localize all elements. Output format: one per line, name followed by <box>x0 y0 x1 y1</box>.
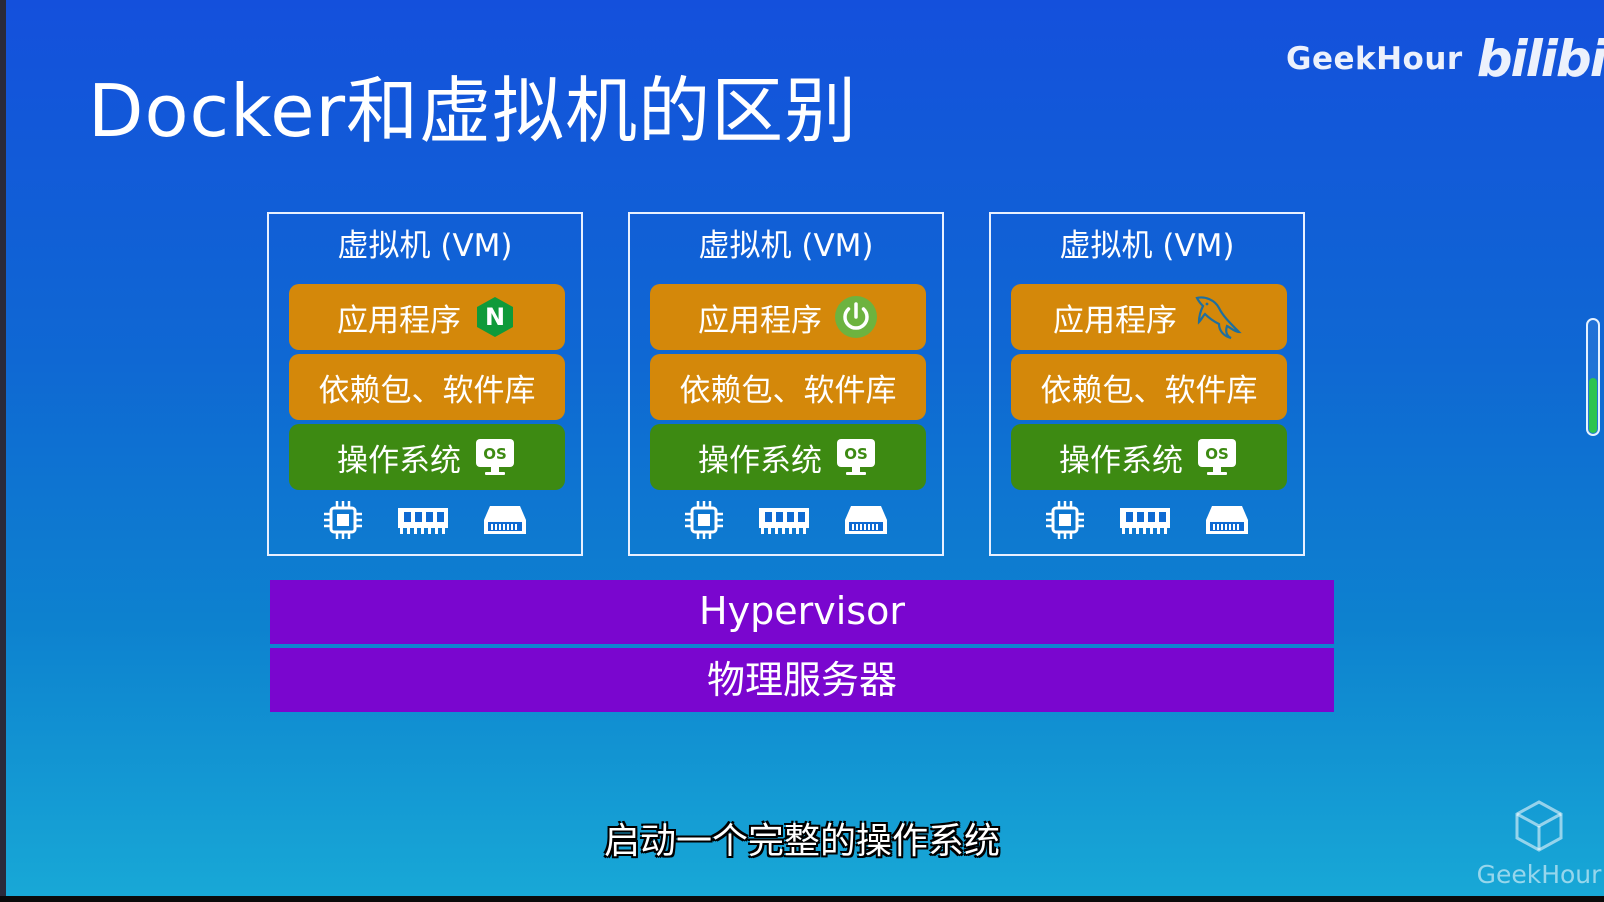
cpu-icon <box>1046 501 1084 539</box>
memory-icon <box>398 508 448 534</box>
os-label: 操作系统 <box>337 442 461 479</box>
slide: Docker和虚拟机的区别 GeekHour bilibili 虚拟机 (VM)… <box>6 0 1604 896</box>
subtitle-caption: 启动一个完整的操作系统 <box>603 821 1000 862</box>
os-label: 操作系统 <box>698 442 822 479</box>
os-badge-text: OS <box>844 445 868 463</box>
deps-layer: 依赖包、软件库 <box>650 354 926 420</box>
hardware-row <box>630 498 942 542</box>
os-layer: 操作系统 OS <box>289 424 565 490</box>
vm-title: 虚拟机 (VM) <box>698 228 874 264</box>
app-layer: 应用程序 <box>1011 284 1287 350</box>
app-label: 应用程序 <box>698 302 822 339</box>
os-layer: 操作系统 OS <box>1011 424 1287 490</box>
os-layer: 操作系统 OS <box>650 424 926 490</box>
watermark-text: GeekHour <box>1476 860 1602 889</box>
cpu-icon <box>685 501 723 539</box>
nginx-icon: N <box>477 297 513 337</box>
volume-indicator[interactable] <box>1586 318 1600 436</box>
hardware-row <box>991 498 1303 542</box>
deps-label: 依赖包、软件库 <box>318 372 536 409</box>
memory-icon <box>1120 508 1170 534</box>
os-badge-text: OS <box>1205 445 1229 463</box>
os-monitor-icon: OS <box>837 439 875 475</box>
app-layer: 应用程序 <box>650 284 926 350</box>
app-layer: 应用程序 N <box>289 284 565 350</box>
slide-title: Docker和虚拟机的区别 <box>88 69 858 153</box>
physical-server-layer: 物理服务器 <box>270 648 1334 712</box>
bilibili-logo: bilibili <box>1476 30 1604 88</box>
app-label: 应用程序 <box>337 302 461 339</box>
deps-layer: 依赖包、软件库 <box>289 354 565 420</box>
os-badge-text: OS <box>483 445 507 463</box>
os-monitor-icon: OS <box>1198 439 1236 475</box>
vm-title: 虚拟机 (VM) <box>337 228 513 264</box>
hardware-row <box>269 498 581 542</box>
svg-text:N: N <box>485 303 505 331</box>
bottom-edge <box>0 896 1604 902</box>
disk-icon <box>484 506 526 534</box>
vm-box-2: 虚拟机 (VM) 应用程序 依赖包、软件库 操作系统 OS <box>628 212 944 556</box>
power-icon <box>835 296 877 338</box>
disk-icon <box>845 506 887 534</box>
brand: GeekHour bilibili <box>1286 34 1604 84</box>
memory-icon <box>759 508 809 534</box>
deps-label: 依赖包、软件库 <box>1040 372 1258 409</box>
os-label: 操作系统 <box>1059 442 1183 479</box>
mysql-dolphin-icon <box>1195 296 1242 340</box>
app-label: 应用程序 <box>1053 302 1177 339</box>
brand-name: GeekHour <box>1286 41 1463 77</box>
disk-icon <box>1206 506 1248 534</box>
cpu-icon <box>324 501 362 539</box>
vm-box-1: 虚拟机 (VM) 应用程序 N 依赖包、软件库 操作系统 OS <box>267 212 583 556</box>
deps-label: 依赖包、软件库 <box>679 372 897 409</box>
deps-layer: 依赖包、软件库 <box>1011 354 1287 420</box>
volume-level <box>1589 378 1597 433</box>
vm-box-3: 虚拟机 (VM) 应用程序 依赖包、软件库 操作系统 OS <box>989 212 1305 556</box>
hypervisor-layer: Hypervisor <box>270 580 1334 644</box>
vm-title: 虚拟机 (VM) <box>1059 228 1235 264</box>
os-monitor-icon: OS <box>476 439 514 475</box>
